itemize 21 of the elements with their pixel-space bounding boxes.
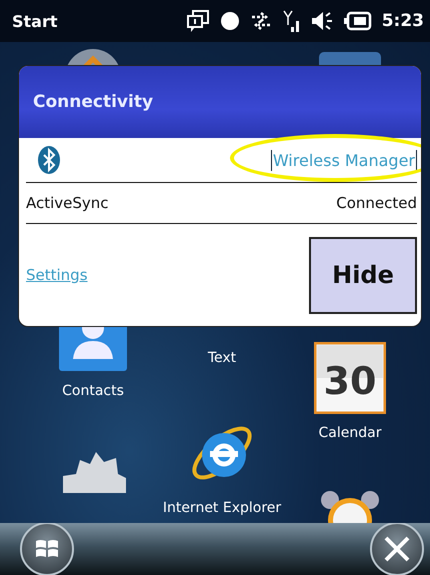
app-label[interactable]: Calendar (318, 425, 382, 441)
notification-icon[interactable] (186, 9, 210, 33)
start-title: Start (12, 12, 58, 30)
sync-arrows-icon[interactable] (250, 11, 272, 31)
popup-title: Connectivity (33, 92, 154, 112)
app-label[interactable]: Internet Explorer (162, 500, 282, 516)
bluetooth-icon[interactable] (38, 146, 60, 174)
close-button[interactable] (370, 522, 424, 575)
start-button[interactable] (20, 522, 74, 575)
calendar-icon[interactable]: 30 (314, 342, 386, 414)
row-value: Connected (336, 194, 417, 212)
signal-icon[interactable] (282, 9, 300, 33)
app-label[interactable]: Contacts (62, 383, 124, 399)
hide-button[interactable]: Hide (309, 236, 417, 314)
app-label[interactable]: Text (208, 350, 236, 366)
row-label: ActiveSync (26, 194, 109, 212)
speaker-icon[interactable] (310, 10, 334, 32)
battery-icon[interactable] (344, 11, 372, 31)
dot-icon[interactable] (220, 11, 240, 31)
clock-time: 5:23 (382, 11, 424, 31)
close-icon (383, 535, 411, 563)
